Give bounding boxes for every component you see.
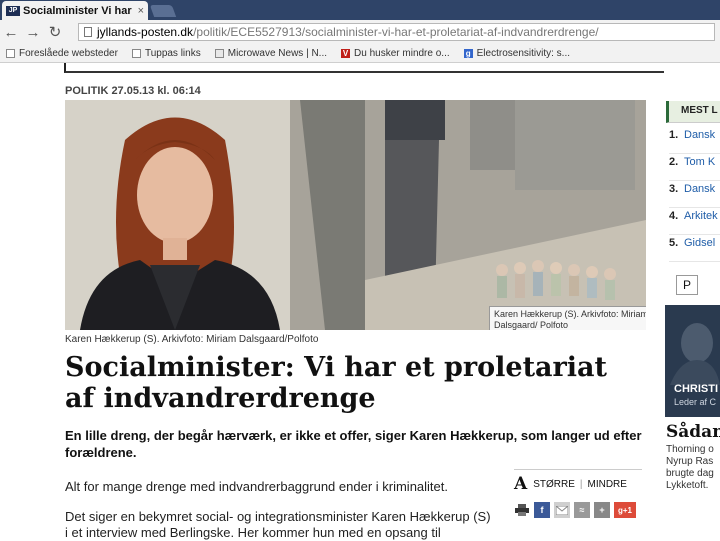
page-icon (6, 48, 15, 58)
microwave-icon (214, 48, 224, 58)
promo-name: CHRISTI (674, 383, 718, 395)
most-read-list: 1. Dansk 2. Tom K 3. Dansk 4. Arkitek 5. Gids… (669, 127, 720, 262)
bookmark-du-husker[interactable]: V Du husker mindre o... (341, 48, 450, 59)
promo-photo (670, 323, 720, 385)
font-larger-button[interactable]: STØRRE (533, 479, 575, 490)
list-item[interactable]: 5. Gidsel (669, 235, 720, 262)
share-plus-icon[interactable]: + (594, 502, 610, 518)
photo-caption-overlay: Karen Hækkerup (S). Arkivfoto: Miriam Da… (489, 306, 646, 330)
v-icon: V (341, 48, 351, 58)
bookmark-label: Microwave News | N... (227, 47, 328, 59)
sidebar-teaser: Thorning o Nyrup Ras brugte dag Lykketof… (666, 444, 714, 491)
browser-toolbar: ← → ↻ jyllands-posten.dk /politik/ECE552… (0, 20, 720, 44)
promo-subtitle: Leder af C (674, 397, 717, 407)
address-bar[interactable]: jyllands-posten.dk /politik/ECE5527913/s… (78, 23, 715, 41)
page-icon (84, 27, 92, 37)
list-item[interactable]: 3. Dansk (669, 181, 720, 208)
page-icon (131, 48, 141, 58)
p-section-button[interactable]: P (676, 275, 698, 295)
tab-strip: JP Socialminister Vi har et p × (0, 0, 720, 20)
font-size-controls: A STØRRE | MINDRE (514, 474, 642, 494)
photo-illustration (65, 100, 646, 330)
list-item[interactable]: 1. Dansk (669, 127, 720, 154)
bookmark-label: Foreslåede websteder (19, 47, 118, 59)
bookmark-microwave-news[interactable]: Microwave News | N... (214, 47, 328, 59)
browser-tab-active[interactable]: JP Socialminister Vi har et p × (2, 1, 148, 20)
tab-title: Socialminister Vi har et p (23, 4, 135, 17)
most-read-header: MEST L (666, 101, 720, 123)
rss-icon[interactable]: ≈ (574, 502, 590, 518)
back-arrow-icon[interactable]: ← (0, 24, 22, 41)
facebook-icon[interactable]: f (534, 502, 550, 518)
article-photo[interactable]: Karen Hækkerup (S). Arkivfoto: Miriam Da… (65, 100, 646, 330)
promo-image[interactable]: CHRISTI Leder af C (665, 305, 720, 417)
url-path: /politik/ECE5527913/socialminister-vi-ha… (193, 25, 599, 39)
bookmark-label: Du husker mindre o... (354, 47, 450, 59)
jp-favicon-icon: JP (6, 5, 20, 16)
font-smaller-button[interactable]: MINDRE (587, 479, 626, 490)
font-size-icon: A (514, 474, 528, 494)
photo-credit: Karen Hækkerup (S). Arkivfoto: Miriam Da… (65, 334, 319, 345)
article-meta: POLITIK 27.05.13 kl. 06:14 (65, 85, 201, 97)
forward-arrow-icon[interactable]: → (22, 24, 44, 41)
email-icon[interactable] (554, 502, 570, 518)
bookmark-label: Tuppas links (144, 47, 201, 59)
tab-close-icon[interactable]: × (138, 5, 144, 17)
article-headline: Socialminister: Vi har et proletariat af… (65, 352, 608, 414)
article-paragraph: Alt for mange drenge med indvandrerbaggr… (65, 479, 448, 494)
separator: | (579, 478, 583, 490)
bookmark-tuppas-links[interactable]: Tuppas links (131, 47, 201, 59)
url-host: jyllands-posten.dk (97, 25, 194, 39)
bookmark-suggested-sites[interactable]: Foreslåede websteder (6, 48, 118, 59)
list-item[interactable]: 4. Arkitek (669, 208, 720, 235)
new-tab-button[interactable] (149, 5, 177, 17)
share-bar: f ≈ + g+1 (514, 502, 642, 518)
article-paragraph: Det siger en bekymret social- og integra… (65, 509, 491, 540)
bookmarks-bar: Foreslåede websteder Tuppas links Microw… (0, 44, 720, 63)
article-tools: A STØRRE | MINDRE f ≈ + g+1 (514, 469, 642, 530)
g-icon: g (463, 48, 473, 58)
reload-icon[interactable]: ↻ (44, 23, 66, 41)
sidebar-headline[interactable]: Sådan (666, 422, 720, 442)
bookmark-electrosensitivity[interactable]: g Electrosensitivity: s... (463, 47, 570, 59)
bookmark-label: Electrosensitivity: s... (476, 47, 570, 59)
article-lead: En lille dreng, der begår hærværk, er ik… (65, 428, 642, 460)
list-item[interactable]: 2. Tom K (669, 154, 720, 181)
google-plus-button[interactable]: g+1 (614, 502, 636, 518)
page-top-border (64, 63, 664, 73)
print-icon[interactable] (514, 502, 530, 518)
